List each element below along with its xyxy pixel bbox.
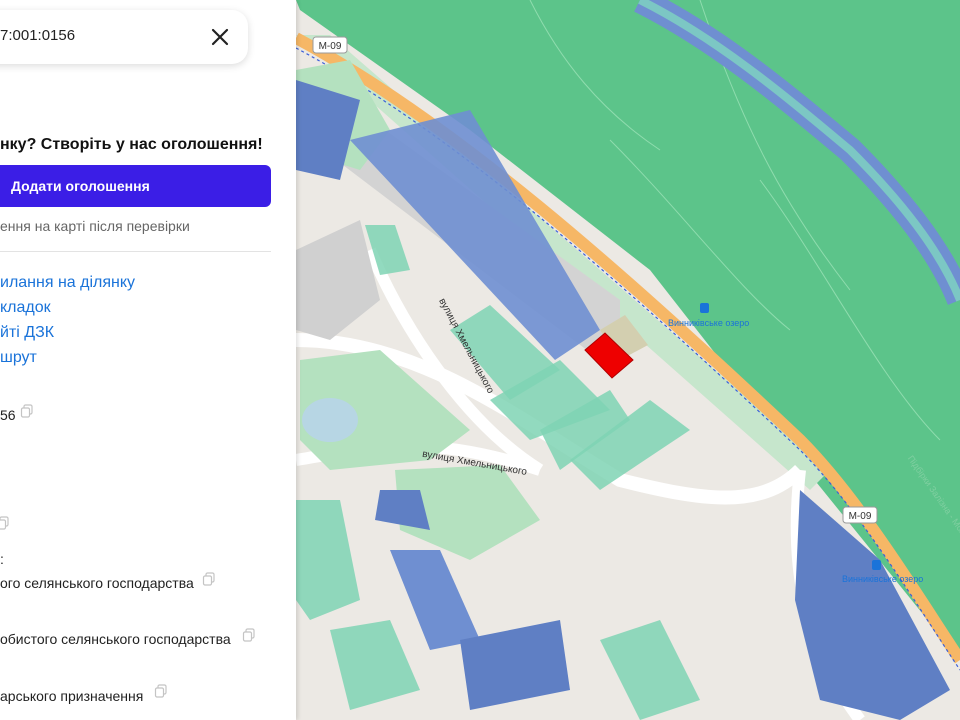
land-category-value: арського призначення — [0, 688, 144, 704]
search-input[interactable]: 7:001:0156 — [0, 27, 75, 44]
promo-heading: нку? Створіть у нас оголошення! — [0, 136, 263, 153]
road-badge: M-09 — [312, 36, 348, 54]
svg-text:Винниківське озеро: Винниківське озеро — [842, 574, 923, 584]
bookmarks-action[interactable]: кладок — [0, 299, 51, 317]
copy-icon[interactable] — [202, 572, 216, 586]
copy-link-action[interactable]: илання на ділянку — [0, 274, 135, 292]
copy-icon[interactable] — [20, 404, 34, 418]
svg-text:Винниківське озеро: Винниківське озеро — [668, 318, 749, 328]
moderation-note: ення на карті після перевірки — [0, 218, 190, 234]
road-badge: M-09 — [842, 506, 878, 524]
copy-icon[interactable] — [242, 628, 256, 642]
purpose-label: : — [0, 551, 4, 567]
sidebar: 7:001:0156 нку? Створіть у нас оголошенн… — [0, 0, 296, 720]
copy-icon[interactable] — [0, 516, 10, 530]
divider — [0, 251, 271, 252]
pond — [302, 398, 358, 442]
purpose-value: ого селянського господарства — [0, 575, 194, 591]
open-dzk-action[interactable]: йті ДЗК — [0, 324, 54, 342]
cadastral-number-tail: 56 — [0, 407, 16, 423]
svg-text:M-09: M-09 — [319, 41, 342, 52]
map-view[interactable]: M-09 M-09 вулиця Хмельницького вулиця Хм… — [296, 0, 960, 720]
map-canvas[interactable]: M-09 M-09 вулиця Хмельницького вулиця Хм… — [296, 0, 960, 720]
close-icon[interactable] — [208, 25, 232, 49]
add-listing-button[interactable]: Додати оголошення — [0, 165, 271, 207]
land-use-value: обистого селянського господарства — [0, 631, 231, 647]
copy-icon[interactable] — [154, 684, 168, 698]
route-action[interactable]: шрут — [0, 349, 37, 367]
search-bar[interactable]: 7:001:0156 — [0, 10, 248, 64]
svg-text:M-09: M-09 — [849, 511, 872, 522]
